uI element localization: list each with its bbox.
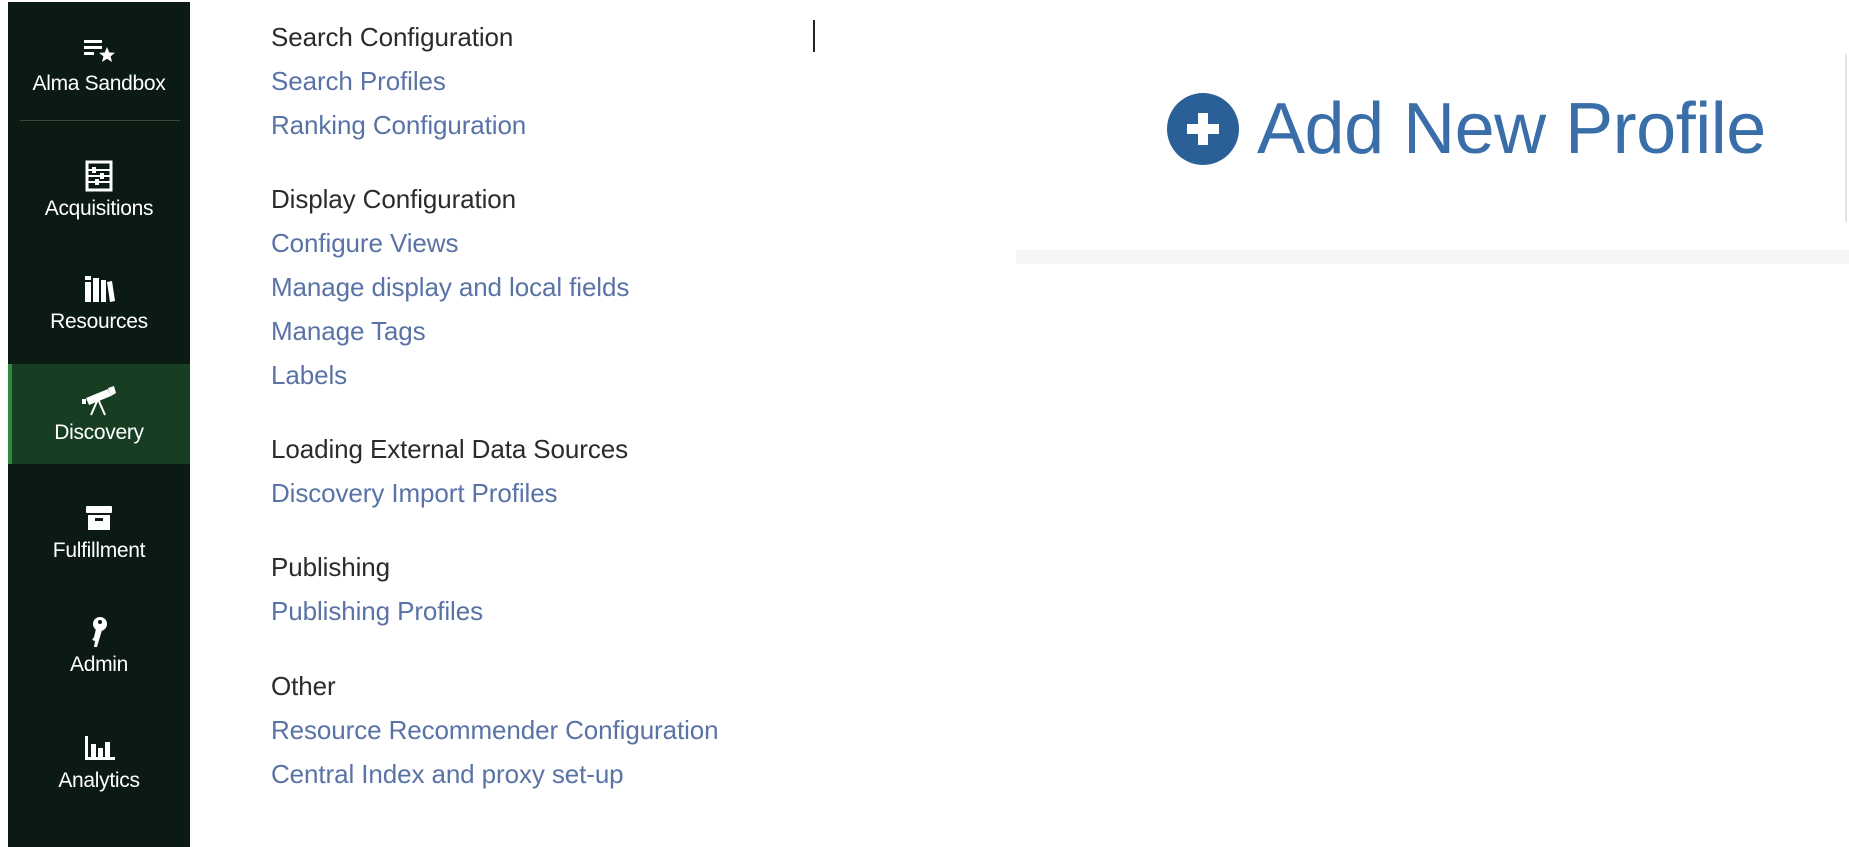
books-icon — [82, 272, 116, 306]
nav-item-resources[interactable]: Resources — [8, 258, 190, 348]
link-manage-tags[interactable]: Manage Tags — [271, 316, 426, 347]
nav-item-label: Admin — [69, 653, 129, 676]
panel-edge-divider — [1845, 54, 1847, 222]
section-heading-publishing: Publishing — [271, 552, 390, 582]
content-divider-band — [1016, 250, 1849, 264]
link-search-profiles[interactable]: Search Profiles — [271, 66, 446, 97]
nav-item-acquisitions[interactable]: Acquisitions — [8, 142, 190, 238]
section-heading-other: Other — [271, 671, 336, 701]
link-resource-recommender-configuration[interactable]: Resource Recommender Configuration — [271, 715, 719, 746]
nav-item-fulfillment[interactable]: Fulfillment — [8, 484, 190, 580]
plus-circle-icon — [1167, 93, 1239, 165]
text-cursor — [813, 20, 815, 52]
link-ranking-configuration[interactable]: Ranking Configuration — [271, 110, 526, 141]
nav-item-label: Analytics — [58, 769, 140, 792]
link-publishing-profiles[interactable]: Publishing Profiles — [271, 596, 483, 627]
nav-item-discovery[interactable]: Discovery — [8, 364, 190, 464]
archive-box-icon — [82, 501, 116, 535]
section-heading-loading-external-data-sources: Loading External Data Sources — [271, 434, 628, 464]
main-nav-rail: Alma Sandbox Acquisitions Resources Disc… — [8, 2, 190, 847]
nav-item-alma-sandbox[interactable]: Alma Sandbox — [8, 20, 190, 110]
nav-item-analytics[interactable]: Analytics — [8, 714, 190, 810]
abacus-icon — [82, 159, 116, 193]
telescope-icon — [82, 383, 116, 417]
nav-item-admin[interactable]: Admin — [8, 598, 190, 694]
link-manage-display-and-local-fields[interactable]: Manage display and local fields — [271, 272, 629, 303]
nav-item-label: Resources — [50, 310, 148, 333]
nav-item-label: Acquisitions — [44, 197, 154, 220]
add-new-profile-label: Add New Profile — [1257, 89, 1766, 169]
section-heading-search-configuration: Search Configuration — [271, 22, 514, 52]
section-heading-display-configuration: Display Configuration — [271, 184, 517, 214]
nav-item-label: Fulfillment — [52, 539, 146, 562]
list-star-icon — [82, 34, 116, 68]
nav-item-label: Discovery — [54, 421, 144, 444]
link-central-index-and-proxy-setup[interactable]: Central Index and proxy set-up — [271, 759, 624, 790]
key-icon — [82, 615, 116, 649]
link-configure-views[interactable]: Configure Views — [271, 228, 458, 259]
add-new-profile-button[interactable]: Add New Profile — [1167, 88, 1766, 170]
nav-divider — [20, 120, 180, 121]
page: Alma Sandbox Acquisitions Resources Disc… — [0, 0, 1849, 847]
link-labels[interactable]: Labels — [271, 360, 347, 391]
link-discovery-import-profiles[interactable]: Discovery Import Profiles — [271, 478, 558, 509]
nav-item-label: Alma Sandbox — [32, 72, 166, 95]
bar-chart-icon — [82, 731, 116, 765]
